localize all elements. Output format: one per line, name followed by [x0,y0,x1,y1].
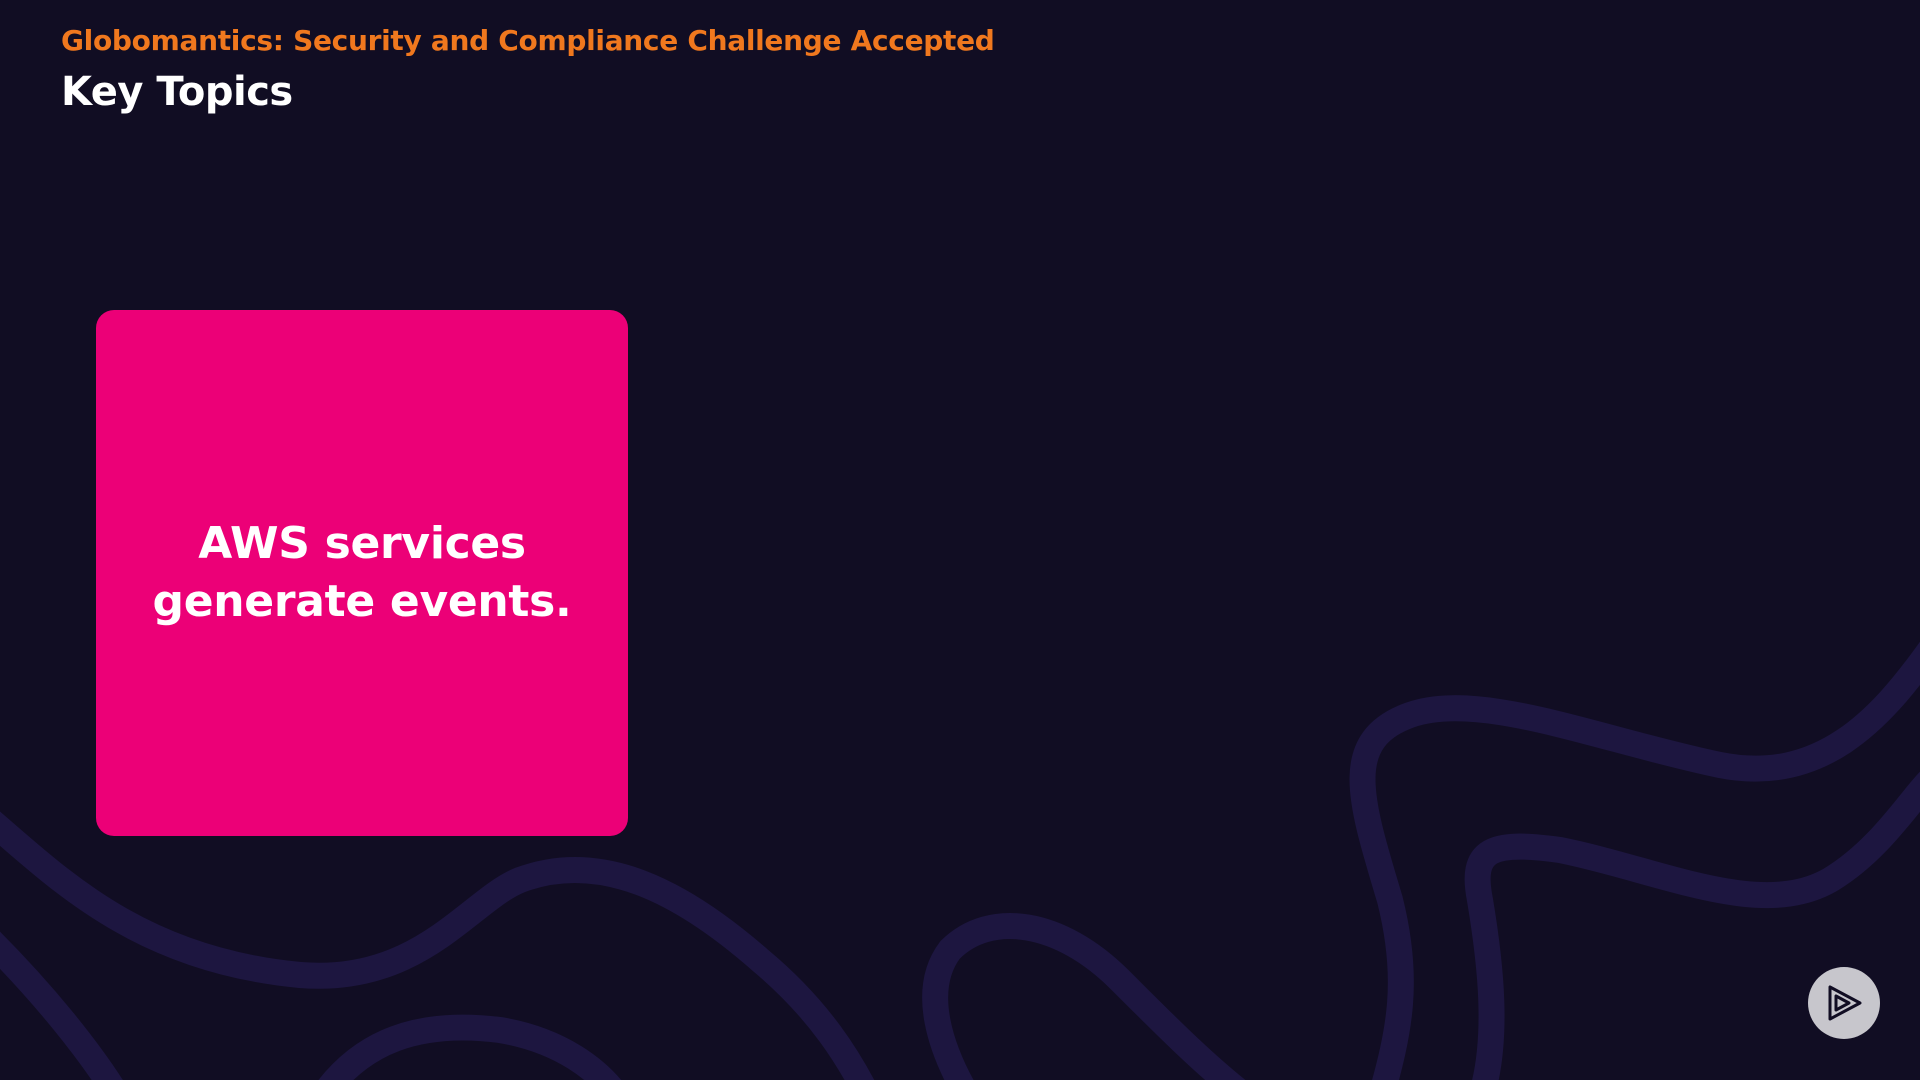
section-title: Key Topics [61,69,293,115]
course-title: Globomantics: Security and Compliance Ch… [61,24,995,57]
play-logo-icon [1828,985,1862,1021]
topic-card-text: AWS services generate events. [152,518,572,627]
play-logo-button[interactable] [1808,967,1880,1039]
slide: Globomantics: Security and Compliance Ch… [0,0,1920,1080]
topic-card: AWS services generate events. [96,310,628,836]
